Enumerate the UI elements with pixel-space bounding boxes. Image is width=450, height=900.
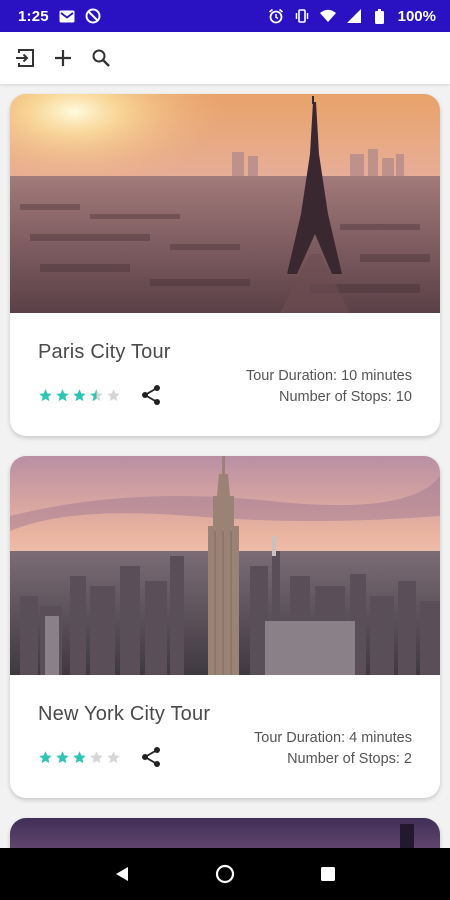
add-icon[interactable]: [50, 45, 76, 71]
alarm-icon: [268, 8, 284, 24]
tour-duration: Tour Duration: 10 minutes: [245, 368, 412, 384]
tour-info: Tour Duration: 10 minutes Number of Stop…: [246, 366, 412, 408]
paris-tour-image: [10, 94, 440, 313]
card-body: Paris City Tour Tour Duration: 10 minute…: [10, 313, 440, 436]
home-icon[interactable]: [210, 859, 240, 889]
tour-list[interactable]: Paris City Tour Tour Duration: 10 minute…: [0, 84, 450, 848]
tour-image-partial: [10, 818, 440, 848]
back-icon[interactable]: [107, 859, 137, 889]
wifi-icon: [319, 8, 336, 24]
tour-title: New York City Tour: [38, 703, 211, 725]
vibrate-icon: [294, 8, 310, 24]
card-body: New York City Tour Tour Duration: 4 minu…: [10, 675, 440, 798]
recents-icon[interactable]: [313, 859, 343, 889]
battery-icon: [372, 8, 388, 24]
tour-card-new-york[interactable]: New York City Tour Tour Duration: 4 minu…: [10, 456, 440, 798]
rating-row: [38, 745, 163, 769]
tour-title: Paris City Tour: [38, 341, 171, 363]
status-bar: 1:25 100%: [0, 0, 450, 32]
star-filled-icon: [39, 388, 52, 401]
star-rating: [38, 388, 121, 403]
signal-icon: [346, 8, 362, 24]
tour-card-partial[interactable]: [10, 818, 440, 848]
star-half-icon: [90, 388, 103, 401]
do-not-disturb-icon: [85, 8, 101, 24]
navigation-bar: [0, 848, 450, 900]
status-time: 1:25: [18, 7, 49, 25]
status-left: 1:25: [18, 8, 101, 25]
star-rating: [38, 750, 121, 765]
app-bar: [0, 32, 450, 84]
share-icon[interactable]: [139, 383, 163, 407]
star-filled-icon: [56, 388, 69, 401]
tour-info: Tour Duration: 4 minutes Number of Stops…: [254, 728, 412, 770]
search-icon[interactable]: [88, 45, 114, 71]
tour-stops: Number of Stops: 2: [287, 751, 412, 767]
rating-row: [38, 383, 163, 407]
tour-duration: Tour Duration: 4 minutes: [254, 730, 412, 746]
star-filled-icon: [39, 750, 52, 763]
share-icon[interactable]: [139, 745, 163, 769]
tour-card-paris[interactable]: Paris City Tour Tour Duration: 10 minute…: [10, 94, 440, 436]
star-empty-icon: [107, 750, 120, 763]
star-filled-icon: [73, 750, 86, 763]
status-right: 100%: [268, 8, 436, 25]
login-icon[interactable]: [12, 45, 38, 71]
new-york-tour-image: [10, 456, 440, 675]
star-empty-icon: [107, 388, 120, 401]
tour-stops: Number of Stops: 10: [279, 389, 412, 405]
gmail-icon: [59, 8, 75, 24]
star-filled-icon: [56, 750, 69, 763]
star-filled-icon: [73, 388, 86, 401]
star-empty-icon: [90, 750, 103, 763]
battery-percentage: 100%: [397, 7, 436, 25]
